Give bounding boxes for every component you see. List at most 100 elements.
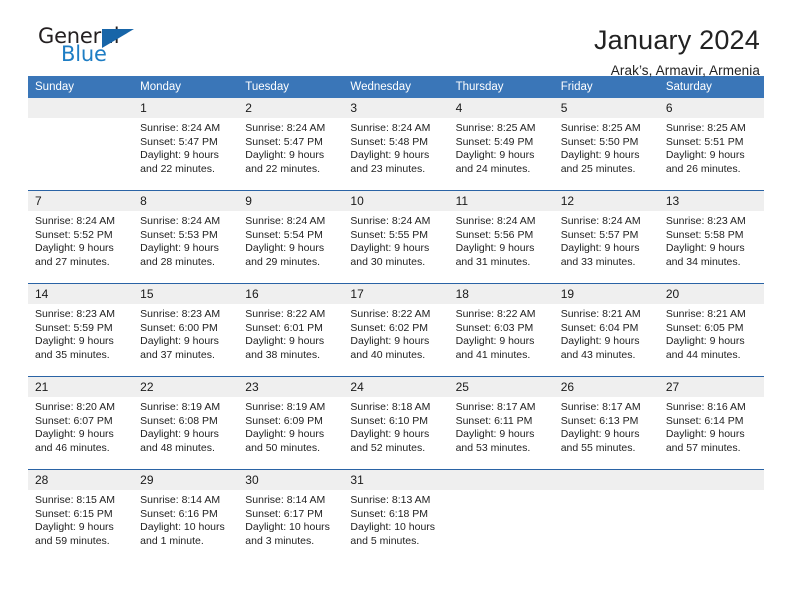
daylight-2-text: and 31 minutes. bbox=[455, 255, 531, 268]
daylight-2-text: and 40 minutes. bbox=[350, 348, 426, 361]
sun-info: Sunrise: 8:21 AM Sunset: 6:04 PM Daylight:… bbox=[554, 304, 659, 362]
sun-info: Sunrise: 8:15 AM Sunset: 6:15 PM Daylight:… bbox=[28, 490, 133, 548]
calendar-day-cell[interactable]: 26 Sunrise: 8:17 AM Sunset: 6:13 PM Dayligh… bbox=[553, 376, 659, 470]
calendar-day-cell[interactable]: 31 Sunrise: 8:13 AM Sunset: 6:18 PM Dayligh… bbox=[343, 469, 449, 562]
daylight-1-text: Daylight: 9 hours bbox=[350, 242, 430, 255]
calendar-day-cell[interactable]: 6 Sunrise: 8:25 AM Sunset: 5:51 PM Daylight… bbox=[658, 98, 764, 191]
calendar-day-cell[interactable]: 16 Sunrise: 8:22 AM Sunset: 6:01 PM Dayligh… bbox=[238, 283, 344, 377]
day-number: 24 bbox=[343, 377, 449, 397]
daylight-1-text: Daylight: 9 hours bbox=[665, 335, 745, 348]
daylight-2-text: and 30 minutes. bbox=[350, 255, 426, 268]
day-box: 15 Sunrise: 8:23 AM Sunset: 6:00 PM Dayligh… bbox=[133, 284, 239, 376]
triangle-icon bbox=[102, 29, 134, 48]
day-box: 6 Sunrise: 8:25 AM Sunset: 5:51 PM Daylight… bbox=[658, 98, 764, 190]
calendar-day-cell[interactable]: 22 Sunrise: 8:19 AM Sunset: 6:08 PM Dayligh… bbox=[133, 376, 239, 470]
general-blue-logo[interactable]: General Blue bbox=[28, 26, 148, 72]
sunrise-text: Sunrise: 8:19 AM bbox=[245, 401, 326, 413]
sunrise-text: Sunrise: 8:22 AM bbox=[350, 308, 431, 320]
day-box: 10 Sunrise: 8:24 AM Sunset: 5:55 PM Dayligh… bbox=[343, 191, 449, 283]
day-number: 28 bbox=[28, 470, 134, 490]
calendar-day-cell[interactable]: 10 Sunrise: 8:24 AM Sunset: 5:55 PM Dayligh… bbox=[343, 190, 449, 284]
day-box: 19 Sunrise: 8:21 AM Sunset: 6:04 PM Dayligh… bbox=[553, 284, 659, 376]
sunset-text: Sunset: 6:05 PM bbox=[665, 321, 744, 334]
sun-info: Sunrise: 8:24 AM Sunset: 5:55 PM Daylight:… bbox=[343, 211, 448, 269]
sunset-text: Sunset: 5:47 PM bbox=[140, 135, 218, 148]
calendar-day-cell[interactable]: 12 Sunrise: 8:24 AM Sunset: 5:57 PM Dayligh… bbox=[553, 190, 659, 284]
calendar-day-cell[interactable]: 3 Sunrise: 8:24 AM Sunset: 5:48 PM Daylight… bbox=[343, 98, 449, 191]
calendar-body: 1 Sunrise: 8:24 AM Sunset: 5:47 PM Daylight… bbox=[28, 98, 764, 562]
calendar-day-cell[interactable]: 29 Sunrise: 8:14 AM Sunset: 6:16 PM Dayligh… bbox=[133, 469, 239, 562]
location-subtitle: Arak’s, Armavir, Armenia bbox=[610, 63, 760, 79]
calendar-day-cell[interactable]: 7 Sunrise: 8:24 AM Sunset: 5:52 PM Daylight… bbox=[28, 190, 134, 284]
calendar-header-row: Sunday Monday Tuesday Wednesday Thursday… bbox=[28, 76, 764, 98]
sunrise-text: Sunrise: 8:22 AM bbox=[455, 308, 536, 320]
sun-info: Sunrise: 8:13 AM Sunset: 6:18 PM Daylight:… bbox=[343, 490, 448, 548]
calendar-day-cell[interactable]: 17 Sunrise: 8:22 AM Sunset: 6:02 PM Dayligh… bbox=[343, 283, 449, 377]
weekday-header-wednesday: Wednesday bbox=[343, 76, 449, 98]
day-number: 10 bbox=[343, 191, 449, 211]
sunrise-text: Sunrise: 8:24 AM bbox=[140, 215, 221, 227]
day-number: 12 bbox=[553, 191, 659, 211]
daylight-1-text: Daylight: 9 hours bbox=[140, 335, 219, 348]
calendar-day-cell[interactable]: 15 Sunrise: 8:23 AM Sunset: 6:00 PM Dayligh… bbox=[133, 283, 239, 377]
day-number: 31 bbox=[343, 470, 449, 490]
calendar-page: General Blue January 2024 Arak’s, Armavi… bbox=[0, 0, 792, 612]
daylight-1-text: Daylight: 9 hours bbox=[350, 428, 430, 441]
day-box: 20 Sunrise: 8:21 AM Sunset: 6:05 PM Dayligh… bbox=[658, 284, 764, 376]
sun-info: Sunrise: 8:24 AM Sunset: 5:47 PM Daylight:… bbox=[133, 118, 238, 176]
day-number: 19 bbox=[553, 284, 659, 304]
calendar-day-cell[interactable]: 18 Sunrise: 8:22 AM Sunset: 6:03 PM Dayligh… bbox=[448, 283, 554, 377]
calendar-day-cell[interactable]: 19 Sunrise: 8:21 AM Sunset: 6:04 PM Dayligh… bbox=[553, 283, 659, 377]
daylight-2-text: and 46 minutes. bbox=[35, 441, 110, 454]
calendar-cell-empty bbox=[658, 469, 764, 562]
daylight-1-text: Daylight: 9 hours bbox=[140, 428, 219, 441]
sunset-text: Sunset: 5:57 PM bbox=[560, 228, 639, 241]
daylight-1-text: Daylight: 9 hours bbox=[140, 149, 219, 162]
calendar-day-cell[interactable]: 5 Sunrise: 8:25 AM Sunset: 5:50 PM Daylight… bbox=[553, 98, 659, 191]
daylight-1-text: Daylight: 9 hours bbox=[455, 242, 535, 255]
day-box bbox=[448, 470, 554, 562]
daylight-1-text: Daylight: 9 hours bbox=[35, 428, 114, 441]
sunrise-text: Sunrise: 8:17 AM bbox=[455, 401, 536, 413]
sunrise-text: Sunrise: 8:21 AM bbox=[560, 308, 641, 320]
day-box: 4 Sunrise: 8:25 AM Sunset: 5:49 PM Daylight… bbox=[448, 98, 554, 190]
sun-info: Sunrise: 8:20 AM Sunset: 6:07 PM Daylight:… bbox=[28, 397, 133, 455]
day-box bbox=[28, 98, 134, 190]
weekday-header-thursday: Thursday bbox=[448, 76, 554, 98]
daylight-1-text: Daylight: 9 hours bbox=[665, 149, 745, 162]
day-number: 1 bbox=[133, 98, 239, 118]
calendar-day-cell[interactable]: 2 Sunrise: 8:24 AM Sunset: 5:47 PM Daylight… bbox=[238, 98, 344, 191]
calendar-day-cell[interactable]: 4 Sunrise: 8:25 AM Sunset: 5:49 PM Daylight… bbox=[448, 98, 554, 191]
calendar-day-cell[interactable]: 25 Sunrise: 8:17 AM Sunset: 6:11 PM Dayligh… bbox=[448, 376, 554, 470]
day-box: 17 Sunrise: 8:22 AM Sunset: 6:02 PM Dayligh… bbox=[343, 284, 449, 376]
daylight-2-text: and 38 minutes. bbox=[245, 348, 320, 361]
title-block: January 2024 Arak’s, Armavir, Armenia bbox=[594, 26, 764, 79]
calendar-day-cell[interactable]: 13 Sunrise: 8:23 AM Sunset: 5:58 PM Dayligh… bbox=[658, 190, 764, 284]
calendar-day-cell[interactable]: 8 Sunrise: 8:24 AM Sunset: 5:53 PM Daylight… bbox=[133, 190, 239, 284]
sunrise-text: Sunrise: 8:24 AM bbox=[350, 122, 431, 134]
sun-info: Sunrise: 8:24 AM Sunset: 5:47 PM Daylight:… bbox=[238, 118, 343, 176]
calendar-day-cell[interactable]: 9 Sunrise: 8:24 AM Sunset: 5:54 PM Daylight… bbox=[238, 190, 344, 284]
calendar-day-cell[interactable]: 11 Sunrise: 8:24 AM Sunset: 5:56 PM Dayligh… bbox=[448, 190, 554, 284]
sunset-text: Sunset: 6:10 PM bbox=[350, 414, 429, 427]
sunset-text: Sunset: 6:15 PM bbox=[35, 507, 113, 520]
calendar-day-cell[interactable]: 27 Sunrise: 8:16 AM Sunset: 6:14 PM Dayligh… bbox=[658, 376, 764, 470]
calendar-day-cell[interactable]: 1 Sunrise: 8:24 AM Sunset: 5:47 PM Daylight… bbox=[133, 98, 239, 191]
daylight-2-text: and 26 minutes. bbox=[665, 162, 741, 175]
daylight-2-text: and 33 minutes. bbox=[560, 255, 636, 268]
daylight-2-text: and 41 minutes. bbox=[455, 348, 531, 361]
calendar-week-row: 7 Sunrise: 8:24 AM Sunset: 5:52 PM Daylight… bbox=[28, 190, 764, 284]
calendar-day-cell[interactable]: 20 Sunrise: 8:21 AM Sunset: 6:05 PM Dayligh… bbox=[658, 283, 764, 377]
day-number bbox=[553, 470, 659, 490]
calendar-day-cell[interactable]: 24 Sunrise: 8:18 AM Sunset: 6:10 PM Dayligh… bbox=[343, 376, 449, 470]
sunset-text: Sunset: 6:14 PM bbox=[665, 414, 744, 427]
calendar-week-row: 21 Sunrise: 8:20 AM Sunset: 6:07 PM Dayligh… bbox=[28, 376, 764, 470]
calendar-day-cell[interactable]: 21 Sunrise: 8:20 AM Sunset: 6:07 PM Dayligh… bbox=[28, 376, 134, 470]
calendar-day-cell[interactable]: 23 Sunrise: 8:19 AM Sunset: 6:09 PM Dayligh… bbox=[238, 376, 344, 470]
daylight-2-text: and 3 minutes. bbox=[245, 534, 315, 547]
day-number: 17 bbox=[343, 284, 449, 304]
calendar-day-cell[interactable]: 28 Sunrise: 8:15 AM Sunset: 6:15 PM Dayligh… bbox=[28, 469, 134, 562]
day-number: 15 bbox=[133, 284, 239, 304]
calendar-day-cell[interactable]: 30 Sunrise: 8:14 AM Sunset: 6:17 PM Dayligh… bbox=[238, 469, 344, 562]
calendar-day-cell[interactable]: 14 Sunrise: 8:23 AM Sunset: 5:59 PM Dayligh… bbox=[28, 283, 134, 377]
